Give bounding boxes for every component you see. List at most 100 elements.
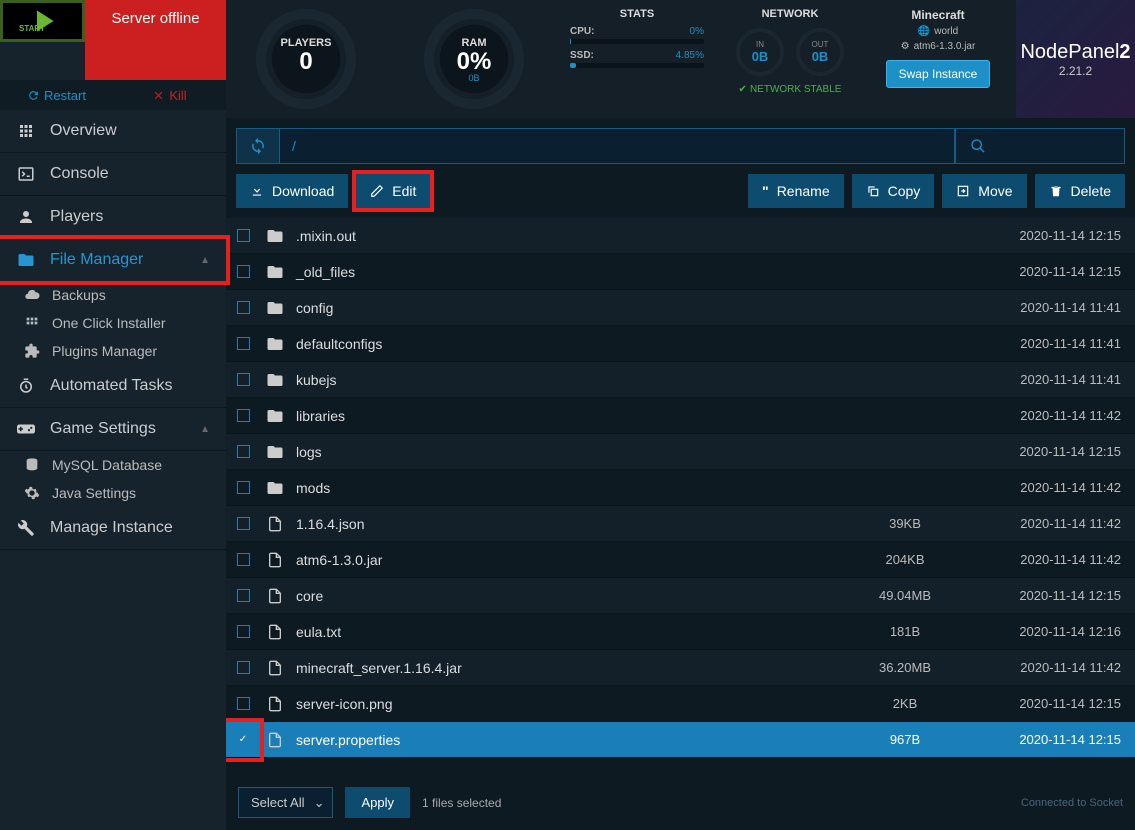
restart-label: Restart bbox=[44, 88, 86, 103]
sidebar-item-label: Players bbox=[50, 208, 103, 226]
apply-button[interactable]: Apply bbox=[345, 787, 410, 818]
delete-button[interactable]: Delete bbox=[1035, 174, 1125, 208]
network-out-badge: OUT 0B bbox=[796, 28, 844, 76]
restart-button[interactable]: Restart bbox=[0, 80, 113, 110]
file-row[interactable]: config2020-11-14 11:41 bbox=[226, 290, 1135, 326]
file-row[interactable]: kubejs2020-11-14 11:41 bbox=[226, 362, 1135, 398]
file-row[interactable]: core49.04MB2020-11-14 12:15 bbox=[226, 578, 1135, 614]
start-button[interactable]: START bbox=[0, 0, 85, 42]
file-name: kubejs bbox=[290, 372, 845, 388]
sidebar-item-file-manager[interactable]: File Manager ▲ bbox=[0, 235, 230, 285]
file-checkbox[interactable] bbox=[237, 517, 250, 530]
chevron-up-icon: ▲ bbox=[200, 255, 210, 266]
sidebar-item-overview[interactable]: Overview bbox=[0, 110, 226, 153]
network-title: NETWORK bbox=[728, 8, 852, 20]
file-checkbox[interactable] bbox=[237, 373, 250, 386]
file-row[interactable]: minecraft_server.1.16.4.jar36.20MB2020-1… bbox=[226, 650, 1135, 686]
file-checkbox[interactable] bbox=[237, 625, 250, 638]
path-refresh-button[interactable] bbox=[236, 128, 280, 164]
file-row[interactable]: mods2020-11-14 11:42 bbox=[226, 470, 1135, 506]
sidebar-item-label: Automated Tasks bbox=[50, 377, 172, 395]
sidebar-item-label: File Manager bbox=[50, 251, 143, 269]
grid-small-icon bbox=[22, 315, 42, 331]
file-checkbox[interactable] bbox=[237, 553, 250, 566]
sidebar-item-plugins[interactable]: Plugins Manager bbox=[0, 337, 226, 365]
grid-icon bbox=[16, 122, 36, 140]
file-row[interactable]: .mixin.out2020-11-14 12:15 bbox=[226, 218, 1135, 254]
select-all-dropdown[interactable]: Select All bbox=[238, 787, 333, 818]
file-checkbox[interactable] bbox=[237, 265, 250, 278]
chevron-up-icon: ▲ bbox=[200, 424, 210, 435]
file-checkbox[interactable] bbox=[237, 445, 250, 458]
file-name: mods bbox=[290, 480, 845, 496]
file-name: defaultconfigs bbox=[290, 336, 845, 352]
file-size: 36.20MB bbox=[845, 660, 965, 675]
ram-label: RAM bbox=[461, 37, 486, 49]
sidebar-item-label: Manage Instance bbox=[50, 519, 173, 537]
file-checkbox[interactable] bbox=[237, 301, 250, 314]
file-checkbox[interactable] bbox=[237, 733, 250, 746]
file-date: 2020-11-14 12:15 bbox=[965, 696, 1135, 711]
sidebar-item-manage[interactable]: Manage Instance bbox=[0, 507, 226, 550]
move-icon bbox=[956, 184, 970, 198]
file-name: core bbox=[290, 588, 845, 604]
sidebar-item-java[interactable]: Java Settings bbox=[0, 479, 226, 507]
file-checkbox[interactable] bbox=[237, 229, 250, 242]
file-row[interactable]: logs2020-11-14 12:15 bbox=[226, 434, 1135, 470]
file-date: 2020-11-14 12:15 bbox=[965, 732, 1135, 747]
edit-label: Edit bbox=[392, 183, 416, 199]
file-size: 39KB bbox=[845, 516, 965, 531]
move-button[interactable]: Move bbox=[942, 174, 1026, 208]
file-row[interactable]: libraries2020-11-14 11:42 bbox=[226, 398, 1135, 434]
folder-icon bbox=[260, 227, 290, 245]
file-size: 967B bbox=[845, 732, 965, 747]
copy-button[interactable]: Copy bbox=[852, 174, 935, 208]
file-size: 2KB bbox=[845, 696, 965, 711]
file-checkbox[interactable] bbox=[237, 589, 250, 602]
file-date: 2020-11-14 11:42 bbox=[965, 660, 1135, 675]
file-checkbox[interactable] bbox=[237, 661, 250, 674]
file-row[interactable]: 1.16.4.json39KB2020-11-14 11:42 bbox=[226, 506, 1135, 542]
file-checkbox[interactable] bbox=[237, 481, 250, 494]
sidebar-item-label: Backups bbox=[52, 287, 106, 303]
copy-label: Copy bbox=[888, 183, 921, 199]
quote-icon: " bbox=[762, 183, 769, 199]
file-icon bbox=[260, 516, 290, 532]
folder-icon bbox=[260, 263, 290, 281]
file-row[interactable]: server.properties967B2020-11-14 12:15 bbox=[226, 722, 1135, 758]
search-button[interactable] bbox=[955, 128, 1125, 164]
rename-button[interactable]: " Rename bbox=[748, 174, 844, 208]
file-date: 2020-11-14 11:42 bbox=[965, 516, 1135, 531]
file-row[interactable]: defaultconfigs2020-11-14 11:41 bbox=[226, 326, 1135, 362]
file-checkbox[interactable] bbox=[237, 337, 250, 350]
file-row[interactable]: server-icon.png2KB2020-11-14 12:15 bbox=[226, 686, 1135, 722]
edit-button[interactable]: Edit bbox=[356, 174, 430, 208]
file-date: 2020-11-14 12:15 bbox=[965, 444, 1135, 459]
download-button[interactable]: Download bbox=[236, 174, 348, 208]
file-row[interactable]: atm6-1.3.0.jar204KB2020-11-14 11:42 bbox=[226, 542, 1135, 578]
sidebar-item-game-settings[interactable]: Game Settings ▲ bbox=[0, 408, 226, 451]
copy-icon bbox=[866, 184, 880, 198]
file-checkbox[interactable] bbox=[237, 697, 250, 710]
sidebar-item-automated[interactable]: Automated Tasks bbox=[0, 365, 226, 408]
server-status-offline: Server offline bbox=[85, 0, 226, 80]
sidebar-item-backups[interactable]: Backups bbox=[0, 281, 226, 309]
files-selected-text: 1 files selected bbox=[422, 796, 501, 810]
sidebar-item-mysql[interactable]: MySQL Database bbox=[0, 451, 226, 479]
file-row[interactable]: _old_files2020-11-14 12:15 bbox=[226, 254, 1135, 290]
kill-button[interactable]: Kill bbox=[113, 80, 226, 110]
sidebar-item-players[interactable]: Players bbox=[0, 196, 226, 239]
sidebar-item-console[interactable]: Console bbox=[0, 153, 226, 196]
file-name: config bbox=[290, 300, 845, 316]
path-input[interactable] bbox=[280, 128, 955, 164]
sidebar-item-one-click[interactable]: One Click Installer bbox=[0, 309, 226, 337]
file-checkbox[interactable] bbox=[237, 409, 250, 422]
move-label: Move bbox=[978, 183, 1012, 199]
file-date: 2020-11-14 12:15 bbox=[965, 228, 1135, 243]
clock-icon bbox=[16, 377, 36, 395]
file-name: _old_files bbox=[290, 264, 845, 280]
file-date: 2020-11-14 11:42 bbox=[965, 408, 1135, 423]
folder-icon bbox=[16, 251, 36, 269]
file-row[interactable]: eula.txt181B2020-11-14 12:16 bbox=[226, 614, 1135, 650]
swap-instance-button[interactable]: Swap Instance bbox=[886, 60, 991, 88]
